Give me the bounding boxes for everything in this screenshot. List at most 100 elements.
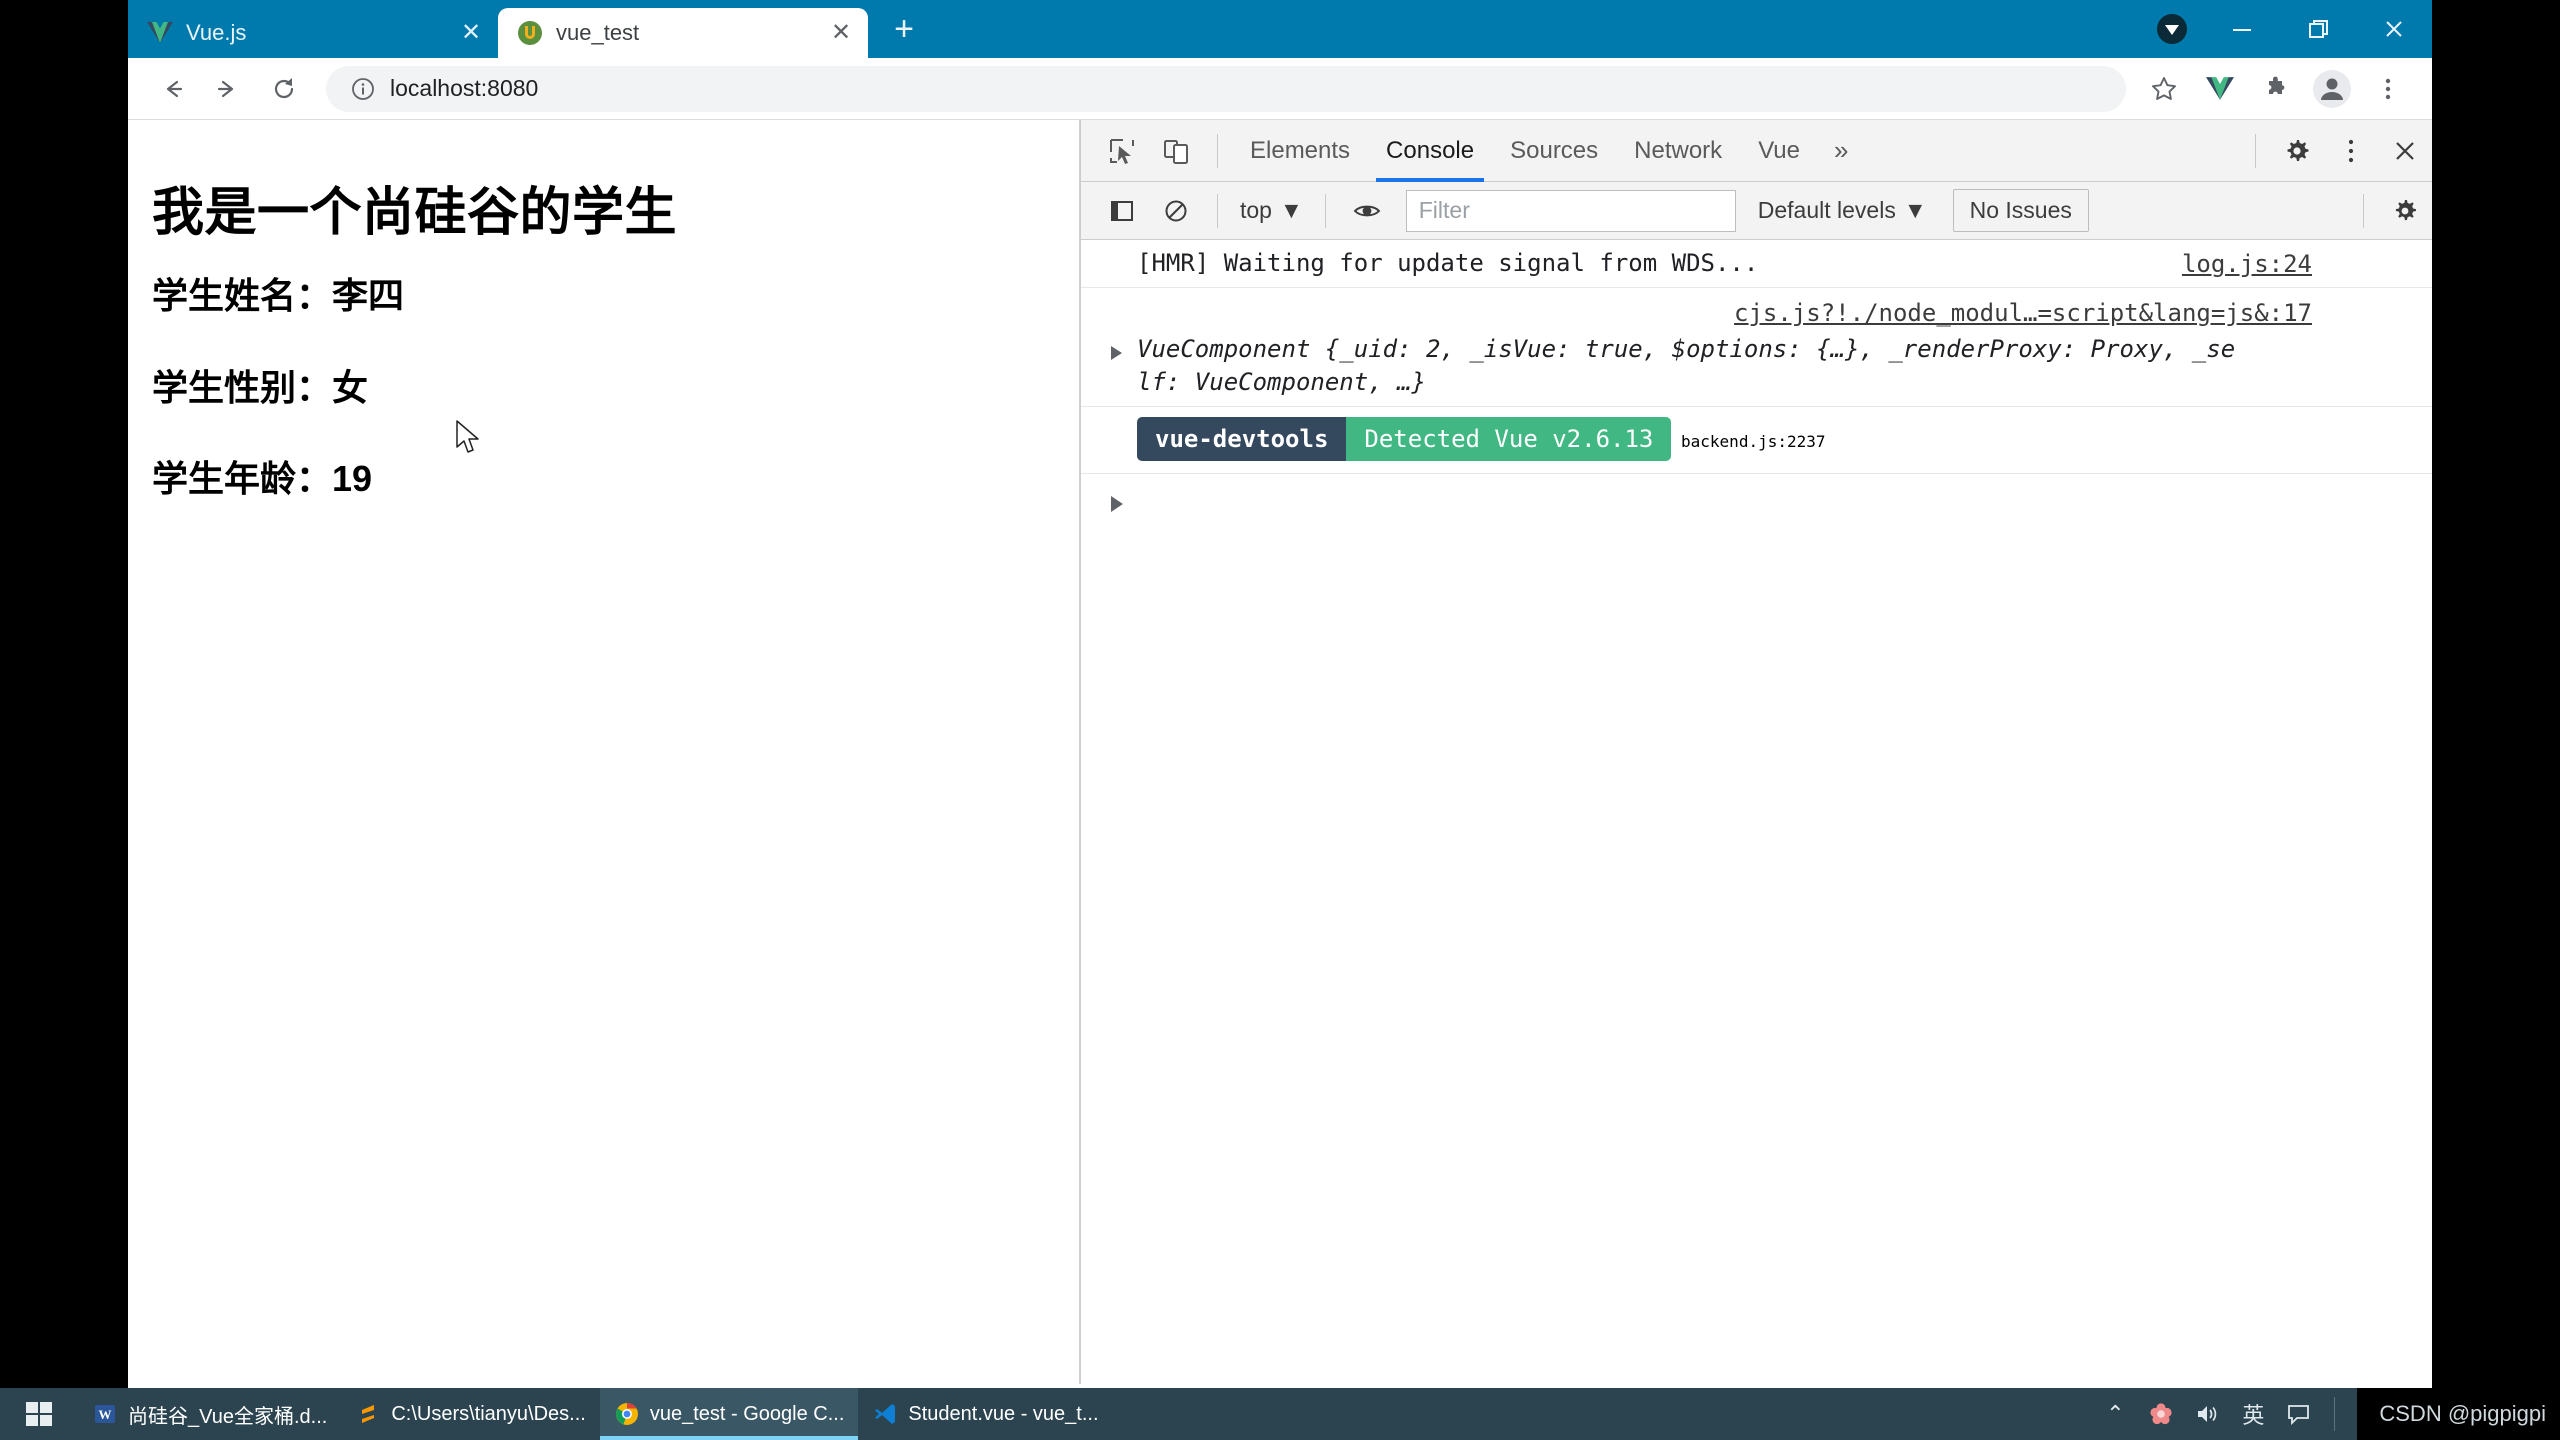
address-bar[interactable]: localhost:8080 (326, 65, 2126, 112)
csdn-watermark: CSDN @pigpigpi (2357, 1388, 2560, 1440)
close-icon[interactable]: ✕ (824, 16, 858, 50)
viewport: 我是一个尚硅谷的学生 学生姓名：李四 学生性别：女 学生年龄：19 Elemen… (128, 120, 2432, 1384)
console-message-vue-devtools[interactable]: vue-devtools Detected Vue v2.6.13 backen… (1081, 407, 2432, 475)
console-message-source[interactable]: backend.js:2237 (1681, 432, 1826, 451)
vue-logo-icon (146, 19, 174, 47)
taskbar-item-vscode[interactable]: Student.vue - vue_t... (858, 1388, 1112, 1440)
console-message-vuecomponent[interactable]: cjs.js?!./node_modul…=script&lang=js&:17… (1081, 288, 2432, 408)
close-icon[interactable]: ✕ (454, 16, 488, 50)
inspect-element-icon[interactable] (1095, 124, 1149, 178)
desktop-backdrop-left (0, 0, 128, 1388)
settings-gear-icon[interactable] (2270, 124, 2324, 178)
badge-left-label: vue-devtools (1137, 417, 1347, 462)
screen: Vue.js ✕ vue_test ✕ + localhost:8080 我是一… (0, 0, 2560, 1440)
vscode-icon (872, 1401, 898, 1427)
devtools-panel: Elements Console Sources Network Vue » t… (1080, 120, 2432, 1384)
student-gender-value: 女 (332, 366, 369, 408)
windows-taskbar: W 尚硅谷_Vue全家桶.d... C:\Users\tianyu\Des...… (0, 1388, 2560, 1440)
console-prompt[interactable] (1081, 474, 2432, 544)
student-name-label: 学生姓名： (152, 275, 333, 317)
window-controls (2140, 0, 2432, 58)
tab-elements[interactable]: Elements (1232, 120, 1368, 182)
taskbar-item-sublime[interactable]: C:\Users\tianyu\Des... (341, 1388, 600, 1440)
address-bar-url: localhost:8080 (390, 75, 539, 101)
student-gender-label: 学生性别： (152, 366, 333, 408)
divider (1324, 193, 1326, 228)
browser-tab-vue-test[interactable]: vue_test ✕ (498, 8, 868, 58)
console-context-value: top (1240, 197, 1272, 223)
student-age-row: 学生年龄：19 (152, 457, 1079, 500)
minimize-window-button[interactable] (2204, 0, 2280, 58)
console-object-line-1: VueComponent {_uid: 2, _isVue: true, $op… (1137, 335, 2236, 364)
download-icon[interactable] (2140, 0, 2204, 58)
console-filter-input[interactable]: Filter (1405, 189, 1736, 232)
vue-devtools-icon[interactable] (2192, 61, 2248, 117)
back-arrow-icon[interactable] (144, 61, 200, 117)
restore-window-button[interactable] (2280, 0, 2356, 58)
divider (2255, 133, 2256, 168)
more-tabs-chevron-icon[interactable]: » (1818, 135, 1864, 166)
windows-start-icon[interactable] (0, 1388, 78, 1440)
chrome-menu-icon[interactable] (2360, 61, 2416, 117)
taskbar-item-word[interactable]: W 尚硅谷_Vue全家桶.d... (78, 1388, 341, 1440)
student-age-label: 学生年龄： (152, 457, 333, 499)
sublime-icon (355, 1401, 381, 1427)
tab-vue[interactable]: Vue (1740, 120, 1818, 182)
desktop-backdrop-right (2432, 0, 2560, 1388)
antivirus-flower-icon[interactable] (2138, 1388, 2184, 1440)
browser-tab-vuejs[interactable]: Vue.js ✕ (128, 8, 498, 58)
web-page-content: 我是一个尚硅谷的学生 学生姓名：李四 学生性别：女 学生年龄：19 (128, 120, 1080, 1384)
clear-console-icon[interactable] (1149, 184, 1203, 238)
close-window-button[interactable] (2356, 0, 2432, 58)
student-name-row: 学生姓名：李四 (152, 274, 1079, 317)
taskbar-item-label: Student.vue - vue_t... (908, 1402, 1099, 1425)
show-hidden-icons-chevron[interactable]: ⌃ (2092, 1388, 2138, 1440)
bookmark-star-icon[interactable] (2136, 61, 2192, 117)
console-message-hmr[interactable]: [HMR] Waiting for update signal from WDS… (1081, 240, 2432, 289)
info-circle-icon[interactable] (346, 72, 380, 106)
tab-sources[interactable]: Sources (1492, 120, 1616, 182)
console-message-source[interactable]: cjs.js?!./node_modul…=script&lang=js&:17 (1734, 297, 2312, 330)
tab-title: Vue.js (186, 20, 247, 45)
student-name-value: 李四 (332, 275, 405, 317)
console-log-levels-selector[interactable]: Default levels ▼ (1748, 197, 1937, 224)
extensions-puzzle-icon[interactable] (2248, 61, 2304, 117)
chevron-down-icon: ▼ (1903, 197, 1927, 223)
chrome-icon (614, 1401, 640, 1427)
divider (2363, 193, 2364, 228)
divider (1217, 193, 1218, 228)
console-output[interactable]: [HMR] Waiting for update signal from WDS… (1081, 240, 2432, 1384)
no-issues-button[interactable]: No Issues (1952, 189, 2089, 232)
forward-arrow-icon[interactable] (200, 61, 256, 117)
page-title: 我是一个尚硅谷的学生 (152, 184, 678, 242)
console-context-selector[interactable]: top ▼ (1232, 197, 1311, 224)
device-toolbar-icon[interactable] (1149, 124, 1203, 178)
taskbar-item-label: vue_test - Google C... (649, 1402, 845, 1425)
student-age-value: 19 (332, 457, 373, 499)
console-message-source[interactable]: log.js:24 (2182, 248, 2312, 281)
word-icon: W (92, 1401, 118, 1427)
devtools-tabbar: Elements Console Sources Network Vue » (1081, 120, 2432, 182)
profile-avatar-icon[interactable] (2304, 61, 2360, 117)
svg-text:W: W (99, 1407, 112, 1422)
chevron-down-icon: ▼ (1279, 197, 1303, 223)
console-settings-gear-icon[interactable] (2378, 184, 2432, 238)
prompt-arrow-icon (1111, 496, 1123, 513)
tab-console[interactable]: Console (1368, 120, 1492, 182)
reload-icon[interactable] (256, 61, 312, 117)
expand-arrow-icon[interactable] (1111, 346, 1122, 361)
close-devtools-icon[interactable] (2378, 124, 2432, 178)
devtools-menu-icon[interactable] (2324, 124, 2378, 178)
new-tab-button[interactable]: + (878, 3, 930, 55)
live-expression-eye-icon[interactable] (1340, 184, 1394, 238)
divider (1217, 133, 1218, 168)
ime-language-indicator[interactable]: 英 (2230, 1388, 2276, 1440)
action-center-icon[interactable] (2276, 1388, 2322, 1440)
divider (2334, 1397, 2336, 1431)
volume-speaker-icon[interactable] (2184, 1388, 2230, 1440)
vue-test-icon (516, 19, 544, 47)
taskbar-item-chrome[interactable]: vue_test - Google C... (599, 1388, 859, 1440)
system-tray: ⌃ 英 (2092, 1388, 2357, 1440)
console-sidebar-icon[interactable] (1095, 184, 1149, 238)
tab-network[interactable]: Network (1616, 120, 1740, 182)
